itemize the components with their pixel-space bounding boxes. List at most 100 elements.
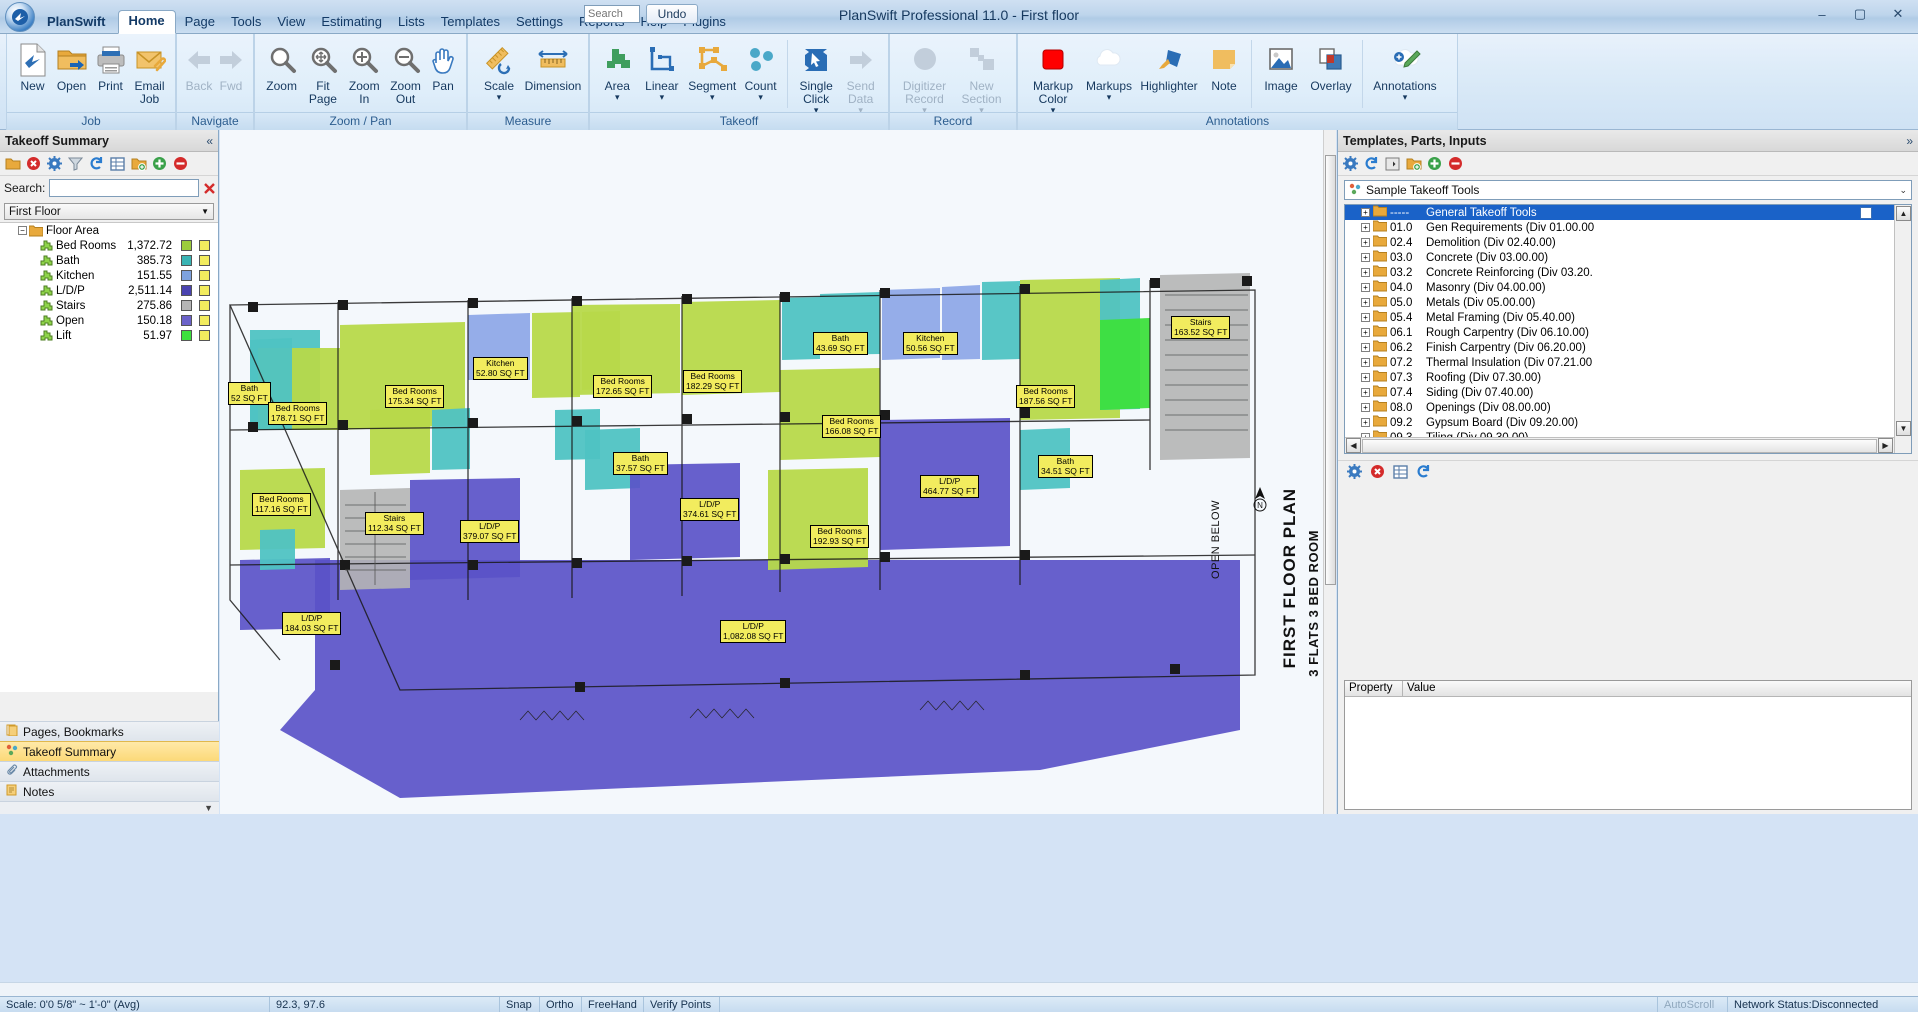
- tree-expander[interactable]: +: [1361, 373, 1370, 382]
- tree-expander[interactable]: +: [1361, 268, 1370, 277]
- ribbon-image-button[interactable]: Image: [1257, 38, 1305, 95]
- tree-item-color-swatch-2[interactable]: [199, 285, 210, 296]
- room-label[interactable]: Bed Rooms 178.71 SQ FT: [268, 402, 328, 425]
- template-tree-row[interactable]: + 07.4 Siding (Div 07.40.00): [1345, 385, 1894, 400]
- expand-panel-button[interactable]: »: [1906, 134, 1913, 148]
- delete-red-x-icon[interactable]: [25, 155, 42, 172]
- ribbon-new-section-button[interactable]: New Section ▾: [953, 38, 1010, 117]
- grid-table-icon[interactable]: [109, 155, 126, 172]
- ribbon-segment-button[interactable]: Segment ▾: [685, 38, 739, 104]
- scroll-up-button[interactable]: ▲: [1896, 206, 1911, 221]
- markups-dropdown-caret[interactable]: ▾: [1107, 93, 1112, 102]
- room-label[interactable]: Bed Rooms 166.08 SQ FT: [822, 415, 882, 438]
- room-label[interactable]: Stairs 112.34 SQ FT: [365, 512, 424, 535]
- status-verify-points-toggle[interactable]: Verify Points: [644, 996, 720, 1012]
- tree-item-kitchen[interactable]: Kitchen 151.55: [0, 268, 218, 283]
- ribbon-zoom-out-button[interactable]: Zoom Out: [385, 38, 426, 108]
- tree-item-stairs[interactable]: Stairs 275.86: [0, 298, 218, 313]
- ribbon-zoom-in-button[interactable]: Zoom In: [344, 38, 385, 108]
- close-button[interactable]: ✕: [1884, 4, 1912, 24]
- tree-item-color-swatch-2[interactable]: [199, 240, 210, 251]
- room-label[interactable]: L/D/P 379.07 SQ FT: [460, 520, 520, 543]
- tree-expander[interactable]: +: [1361, 343, 1370, 352]
- tree-item-bath[interactable]: Bath 385.73: [0, 253, 218, 268]
- ribbon-send-data-button[interactable]: Send Data ▾: [839, 38, 882, 117]
- ribbon-print-button[interactable]: Print: [91, 38, 130, 95]
- tree-expander[interactable]: +: [1361, 418, 1370, 427]
- tree-item-color-swatch-2[interactable]: [199, 315, 210, 326]
- sidebar-item-pages-bookmarks[interactable]: Pages, Bookmarks: [0, 721, 219, 741]
- room-label[interactable]: Kitchen 50.56 SQ FT: [903, 332, 958, 355]
- ribbon-email-job-button[interactable]: Email Job: [130, 38, 169, 108]
- tree-item-color-swatch-1[interactable]: [181, 285, 192, 296]
- room-label[interactable]: Bed Rooms 172.65 SQ FT: [593, 375, 653, 398]
- room-label[interactable]: Bed Rooms 175.34 SQ FT: [385, 385, 445, 408]
- scale-dropdown-caret[interactable]: ▾: [497, 93, 502, 102]
- refresh-icon[interactable]: [1363, 155, 1380, 172]
- folder-icon[interactable]: [4, 155, 21, 172]
- add-green-plus-icon[interactable]: [1426, 155, 1443, 172]
- ribbon-count-button[interactable]: Count ▾: [739, 38, 782, 104]
- ribbon-overlay-button[interactable]: Overlay: [1305, 38, 1357, 95]
- ribbon-note-button[interactable]: Note: [1202, 38, 1246, 95]
- templates-vertical-scrollbar[interactable]: ▲ ▼: [1894, 205, 1911, 453]
- room-label[interactable]: Bath 43.69 SQ FT: [813, 332, 868, 355]
- count-dropdown-caret[interactable]: ▾: [758, 93, 763, 102]
- tree-expander[interactable]: +: [1361, 298, 1370, 307]
- ribbon-annotations-button[interactable]: Annotations ▾: [1368, 38, 1442, 104]
- ribbon-scale-button[interactable]: Scale ▾: [474, 38, 524, 104]
- sidebar-item-takeoff-summary[interactable]: Takeoff Summary: [0, 741, 219, 761]
- room-label[interactable]: L/D/P 1,082.08 SQ FT: [720, 620, 787, 643]
- scroll-right-button[interactable]: ▶: [1878, 438, 1893, 453]
- tree-expander[interactable]: +: [1361, 403, 1370, 412]
- maximize-button[interactable]: ▢: [1846, 4, 1874, 24]
- tree-expander[interactable]: +: [1361, 208, 1370, 217]
- takeoff-tree[interactable]: − Floor Area Bed Rooms 1,372.72 Bath 385…: [0, 222, 218, 692]
- ribbon-pan-button[interactable]: Pan: [426, 38, 460, 95]
- room-label[interactable]: Bed Rooms 182.29 SQ FT: [683, 370, 743, 393]
- new-folder-icon[interactable]: [130, 155, 147, 172]
- canvas-vertical-scrollbar[interactable]: [1323, 130, 1336, 814]
- remove-red-minus-icon[interactable]: [1447, 155, 1464, 172]
- takeoff-tools-combo[interactable]: Sample Takeoff Tools ⌄: [1344, 180, 1912, 200]
- tree-expander[interactable]: +: [1361, 388, 1370, 397]
- ribbon-digitizer-record-button[interactable]: Digitizer Record ▾: [896, 38, 953, 117]
- new-folder-icon[interactable]: [1405, 155, 1422, 172]
- tree-item-color-swatch-1[interactable]: [181, 270, 192, 281]
- scroll-left-button[interactable]: ◀: [1346, 438, 1361, 453]
- ribbon-single-click-button[interactable]: Single Click ▾: [793, 38, 839, 117]
- tree-expander[interactable]: +: [1361, 253, 1370, 262]
- takeoff-search-input[interactable]: [49, 179, 200, 197]
- settings-gear-icon[interactable]: [1342, 155, 1359, 172]
- tree-expander[interactable]: +: [1361, 223, 1370, 232]
- linear-dropdown-caret[interactable]: ▾: [660, 93, 665, 102]
- ribbon-area-button[interactable]: Area ▾: [596, 38, 639, 104]
- ribbon-back-button[interactable]: Back: [183, 38, 215, 95]
- ribbon-new-job-button[interactable]: New: [13, 38, 52, 95]
- room-label[interactable]: L/D/P 464.77 SQ FT: [920, 475, 980, 498]
- template-tree-row[interactable]: + 05.0 Metals (Div 05.00.00): [1345, 295, 1894, 310]
- tree-item-color-swatch-1[interactable]: [181, 300, 192, 311]
- annotations-dropdown-caret[interactable]: ▾: [1403, 93, 1408, 102]
- tree-expander[interactable]: +: [1361, 328, 1370, 337]
- tree-item-color-swatch-2[interactable]: [199, 330, 210, 341]
- tree-item-color-swatch-1[interactable]: [181, 330, 192, 341]
- room-label[interactable]: Kitchen 52.80 SQ FT: [473, 357, 528, 380]
- template-tree-row[interactable]: + 01.0 Gen Requirements (Div 01.00.00: [1345, 220, 1894, 235]
- status-ortho-toggle[interactable]: Ortho: [540, 996, 582, 1012]
- room-label[interactable]: Bath 52 SQ FT: [228, 382, 271, 405]
- room-label[interactable]: Stairs 163.52 SQ FT: [1171, 316, 1231, 339]
- room-label[interactable]: Bed Rooms 187.56 SQ FT: [1016, 385, 1076, 408]
- tree-item-bed-rooms[interactable]: Bed Rooms 1,372.72: [0, 238, 218, 253]
- filter-funnel-icon[interactable]: [67, 155, 84, 172]
- room-label[interactable]: Bed Rooms 192.93 SQ FT: [810, 525, 870, 548]
- ribbon-dimension-button[interactable]: Dimension: [524, 38, 582, 95]
- floor-plan-drawing[interactable]: [220, 130, 1336, 814]
- minimize-button[interactable]: –: [1808, 4, 1836, 24]
- template-tree-row[interactable]: + 06.2 Finish Carpentry (Div 06.20.00): [1345, 340, 1894, 355]
- room-label[interactable]: L/D/P 184.03 SQ FT: [282, 612, 342, 635]
- status-freehand-toggle[interactable]: FreeHand: [582, 996, 644, 1012]
- collapse-panel-button[interactable]: «: [206, 134, 213, 148]
- scroll-down-button[interactable]: ▼: [1896, 421, 1911, 436]
- ribbon-fwd-button[interactable]: Fwd: [215, 38, 247, 95]
